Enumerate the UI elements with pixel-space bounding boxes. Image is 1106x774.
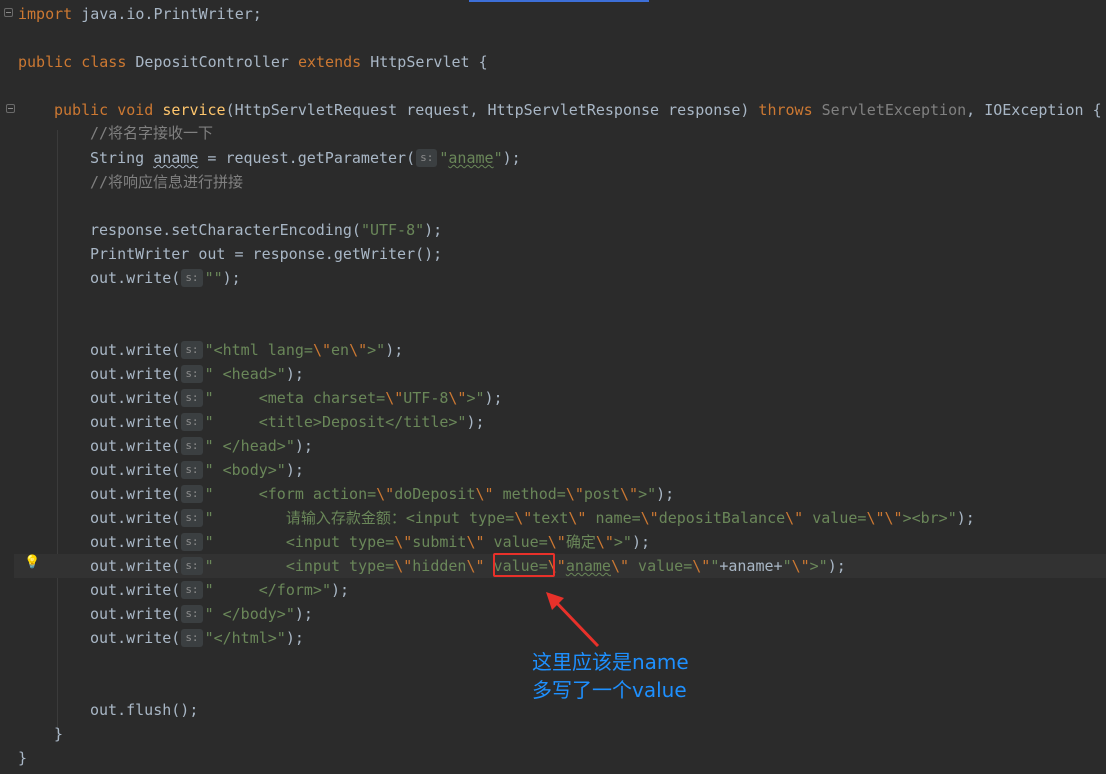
param-hint: s: [181, 365, 203, 383]
code-line: out.write(s: " <form action=\"doDeposit\"… [90, 485, 675, 503]
code-line-current: out.write(s: " <input type=\"hidden\" val… [90, 557, 846, 575]
code-line: out.write(s: " </body>"); [90, 605, 313, 623]
param-hint: s: [181, 533, 203, 551]
code-line: public class DepositController extends H… [18, 53, 488, 71]
param-hint: s: [181, 413, 203, 431]
param-hint: s: [181, 581, 203, 599]
annotation-arrow [546, 592, 600, 648]
param-hint: s: [181, 461, 203, 479]
param-hint: s: [181, 509, 203, 527]
param-hint: s: [181, 557, 203, 575]
param-hint: s: [181, 437, 203, 455]
code-line: } [18, 749, 28, 767]
code-line: public void service(HttpServletRequest r… [54, 101, 1102, 119]
code-line: out.write(s: " <input type=\"submit\" val… [90, 533, 651, 551]
code-line: out.write(s: " <head>"); [90, 365, 304, 383]
param-hint: s: [181, 485, 203, 503]
active-tab-indicator [469, 0, 649, 2]
code-line: out.write(s: " 请输入存款金额：<input type=\"text… [90, 509, 975, 527]
editor-gutter [0, 0, 14, 774]
code-line: out.write(s: " </form>"); [90, 581, 350, 599]
code-line: out.flush(); [90, 701, 199, 719]
param-hint: s: [181, 341, 203, 359]
code-line: import java.io.PrintWriter; [18, 5, 262, 23]
annotation-text-1: 这里应该是name [532, 650, 689, 674]
code-line: response.setCharacterEncoding("UTF-8"); [90, 221, 443, 239]
code-comment: //将名字接收一下 [90, 124, 214, 142]
param-hint: s: [181, 269, 203, 287]
code-line: out.write(s: " </head>"); [90, 437, 313, 455]
code-line: PrintWriter out = response.getWriter(); [90, 245, 443, 263]
param-hint: s: [181, 605, 203, 623]
param-hint: s: [181, 629, 203, 647]
fold-icon[interactable] [6, 104, 15, 113]
code-line: out.write(s: ""); [90, 269, 241, 287]
annotation-text-2: 多写了一个value [532, 678, 687, 702]
code-line: out.write(s: "</html>"); [90, 629, 304, 647]
code-line: out.write(s: " <title>Deposit</title>"); [90, 413, 485, 431]
code-line: out.write(s: "<html lang=\"en\">"); [90, 341, 404, 359]
code-line: } [54, 725, 64, 743]
error-highlight-box [493, 553, 555, 577]
code-line: out.write(s: " <body>"); [90, 461, 304, 479]
fold-icon[interactable] [4, 8, 13, 17]
param-hint: s: [416, 149, 438, 167]
code-line: out.write(s: " <meta charset=\"UTF-8\">")… [90, 389, 503, 407]
code-line: String aname = request.getParameter(s: "a… [90, 149, 521, 167]
code-comment: //将响应信息进行拼接 [90, 173, 244, 191]
param-hint: s: [181, 389, 203, 407]
